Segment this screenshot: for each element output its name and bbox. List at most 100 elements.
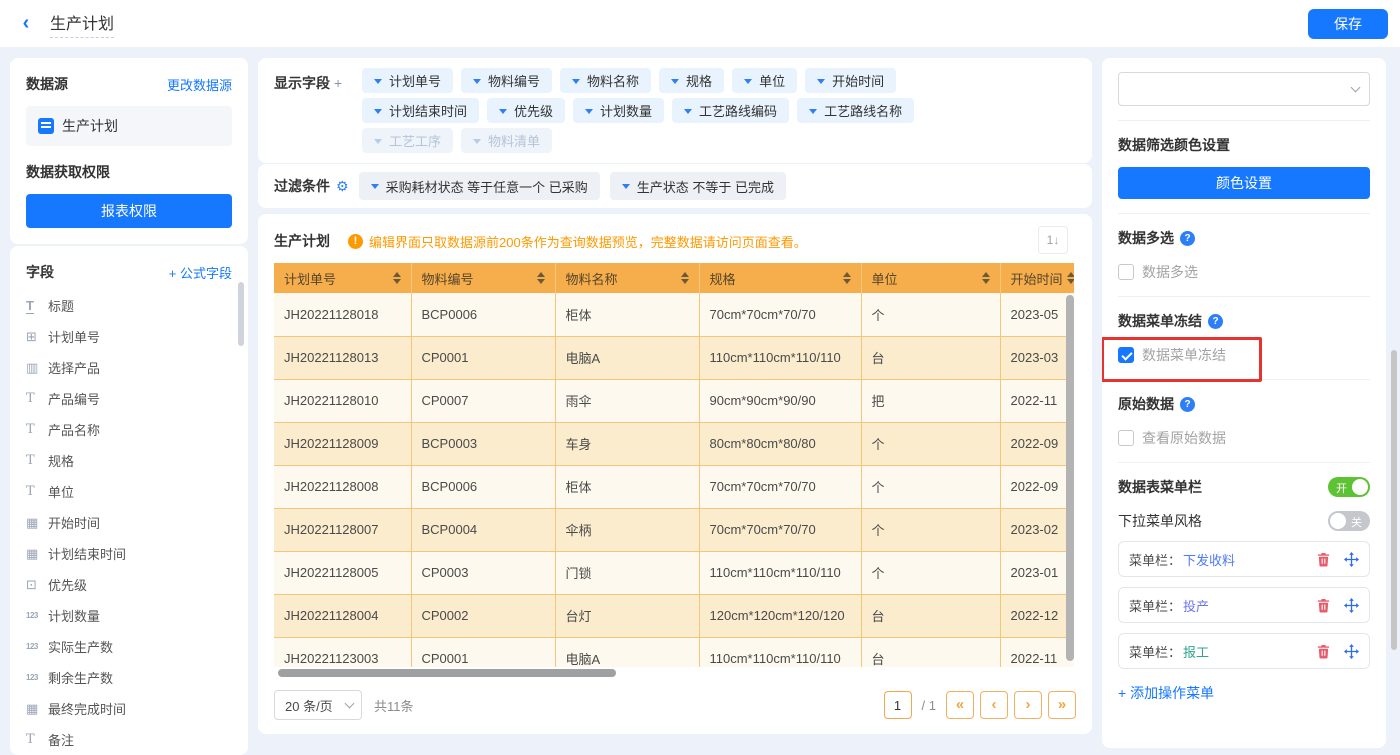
field-item[interactable]: 选择产品 bbox=[26, 352, 232, 383]
document-icon bbox=[38, 118, 54, 134]
color-settings-button[interactable]: 颜色设置 bbox=[1118, 167, 1370, 199]
chevron-down-icon bbox=[809, 109, 817, 118]
field-item[interactable]: 实际生产数 bbox=[26, 631, 232, 662]
display-field-chip[interactable]: 计划数量 bbox=[573, 98, 664, 123]
display-field-chip[interactable]: 规格 bbox=[659, 68, 724, 93]
field-item[interactable]: 备注 bbox=[26, 724, 232, 755]
raw-data-checkbox-label: 查看原始数据 bbox=[1142, 428, 1226, 448]
multi-select-checkbox[interactable] bbox=[1118, 264, 1134, 280]
table-cell: 2022-09 bbox=[1000, 465, 1074, 508]
column-header[interactable]: 计划单号 bbox=[284, 269, 336, 288]
column-header[interactable]: 开始时间 bbox=[1011, 269, 1063, 288]
table-cell: 伞柄 bbox=[555, 508, 699, 551]
menu-freeze-checkbox[interactable] bbox=[1118, 347, 1134, 363]
sort-icon[interactable] bbox=[537, 268, 545, 288]
next-page-button[interactable]: › bbox=[1014, 691, 1042, 719]
display-field-chip[interactable]: 物料编号 bbox=[461, 68, 552, 93]
table-row[interactable]: JH20221123003CP0001电脑A110cm*110cm*110/11… bbox=[274, 637, 1074, 667]
field-item[interactable]: 最终完成时间 bbox=[26, 693, 232, 724]
column-header[interactable]: 物料编号 bbox=[422, 269, 474, 288]
filter-condition-chip[interactable]: 采购耗材状态 等于任意一个 已采购 bbox=[359, 172, 600, 200]
menu-bar-toggle[interactable]: 开 bbox=[1328, 477, 1370, 497]
delete-icon[interactable] bbox=[1315, 597, 1331, 613]
filter-condition-chip[interactable]: 生产状态 不等于 已完成 bbox=[610, 172, 786, 200]
first-page-button[interactable]: « bbox=[946, 691, 974, 719]
display-field-chip[interactable]: 工艺工序 bbox=[362, 128, 453, 153]
add-formula-field-link[interactable]: + 公式字段 bbox=[169, 263, 232, 282]
move-icon[interactable] bbox=[1343, 643, 1359, 659]
dropdown-style-toggle[interactable]: 关 bbox=[1328, 511, 1370, 531]
add-display-field-button[interactable]: + bbox=[334, 75, 342, 91]
help-icon[interactable]: ? bbox=[1180, 231, 1195, 246]
table-row[interactable]: JH20221128013CP0001电脑A110cm*110cm*110/11… bbox=[274, 336, 1074, 379]
delete-icon[interactable] bbox=[1315, 551, 1331, 567]
table-row[interactable]: JH20221128004CP0002台灯120cm*120cm*120/120… bbox=[274, 594, 1074, 637]
table-row[interactable]: JH20221128009BCP0003车身80cm*80cm*80/80个20… bbox=[274, 422, 1074, 465]
column-header[interactable]: 规格 bbox=[710, 269, 736, 288]
column-header[interactable]: 物料名称 bbox=[566, 269, 618, 288]
field-item[interactable]: 剩余生产数 bbox=[26, 662, 232, 693]
table-cell: 2023-05 bbox=[1000, 293, 1074, 336]
field-item[interactable]: 优先级 bbox=[26, 569, 232, 600]
fields-scrollbar[interactable] bbox=[238, 282, 244, 346]
delete-icon[interactable] bbox=[1315, 643, 1331, 659]
field-item-label: 规格 bbox=[48, 451, 74, 470]
scrollbar-thumb[interactable] bbox=[278, 669, 616, 677]
display-field-chip[interactable]: 计划单号 bbox=[362, 68, 453, 93]
report-permission-button[interactable]: 报表权限 bbox=[26, 194, 232, 228]
display-field-chip[interactable]: 物料清单 bbox=[461, 128, 552, 153]
change-datasource-link[interactable]: 更改数据源 bbox=[167, 75, 232, 94]
sort-icon[interactable] bbox=[843, 268, 851, 288]
field-item[interactable]: 计划结束时间 bbox=[26, 538, 232, 569]
field-item[interactable]: 开始时间 bbox=[26, 507, 232, 538]
field-item[interactable]: 标题 bbox=[26, 290, 232, 321]
menu-bar-item[interactable]: 菜单栏： 下发收料 bbox=[1118, 541, 1370, 577]
save-button[interactable]: 保存 bbox=[1308, 9, 1388, 39]
sort-icon[interactable] bbox=[393, 268, 401, 288]
table-row[interactable]: JH20221128005CP0003门锁110cm*110cm*110/110… bbox=[274, 551, 1074, 594]
table-vertical-scrollbar[interactable] bbox=[1066, 295, 1074, 661]
field-item[interactable]: 计划数量 bbox=[26, 600, 232, 631]
page-size-select[interactable]: 20 条/页 bbox=[274, 690, 362, 720]
field-item[interactable]: 单位 bbox=[26, 476, 232, 507]
raw-data-checkbox[interactable] bbox=[1118, 430, 1134, 446]
display-field-chip[interactable]: 物料名称 bbox=[560, 68, 651, 93]
prev-page-button[interactable]: ‹ bbox=[980, 691, 1008, 719]
display-field-chip[interactable]: 工艺路线名称 bbox=[797, 98, 914, 123]
display-field-chip[interactable]: 单位 bbox=[732, 68, 797, 93]
display-field-chip[interactable]: 开始时间 bbox=[805, 68, 896, 93]
component-select[interactable] bbox=[1118, 72, 1370, 106]
page-number-input[interactable]: 1 bbox=[884, 691, 912, 719]
page-scrollbar[interactable] bbox=[1391, 350, 1397, 650]
help-icon[interactable]: ? bbox=[1208, 314, 1223, 329]
table-row[interactable]: JH20221128008BCP0006柜体70cm*70cm*70/70个20… bbox=[274, 465, 1074, 508]
sort-icon[interactable] bbox=[681, 268, 689, 288]
help-icon[interactable]: ? bbox=[1180, 397, 1195, 412]
field-item[interactable]: 产品编号 bbox=[26, 383, 232, 414]
display-field-chip[interactable]: 工艺路线编码 bbox=[672, 98, 789, 123]
last-page-button[interactable]: » bbox=[1048, 691, 1076, 719]
menu-bar-item[interactable]: 菜单栏： 投产 bbox=[1118, 587, 1370, 623]
field-item[interactable]: 产品名称 bbox=[26, 414, 232, 445]
table-row[interactable]: JH20221128007BCP0004伞柄70cm*70cm*70/70个20… bbox=[274, 508, 1074, 551]
sort-icon[interactable] bbox=[1067, 268, 1074, 288]
datasource-item[interactable]: 生产计划 bbox=[26, 106, 232, 146]
display-field-chip[interactable]: 计划结束时间 bbox=[362, 98, 479, 123]
field-item[interactable]: 规格 bbox=[26, 445, 232, 476]
sort-order-button[interactable]: 1↓ bbox=[1038, 226, 1068, 254]
move-icon[interactable] bbox=[1343, 551, 1359, 567]
chip-label: 物料名称 bbox=[587, 71, 639, 90]
table-horizontal-scrollbar[interactable] bbox=[274, 669, 1074, 678]
column-header[interactable]: 单位 bbox=[872, 269, 898, 288]
move-icon[interactable] bbox=[1343, 597, 1359, 613]
field-item[interactable]: 计划单号 bbox=[26, 321, 232, 352]
sort-icon[interactable] bbox=[982, 268, 990, 288]
add-action-menu-link[interactable]: + 添加操作菜单 bbox=[1118, 683, 1370, 703]
menu-bar-item[interactable]: 菜单栏： 报工 bbox=[1118, 633, 1370, 669]
table-row[interactable]: JH20221128010CP0007雨伞90cm*90cm*90/90把202… bbox=[274, 379, 1074, 422]
gear-icon[interactable]: ⚙ bbox=[336, 178, 349, 195]
display-field-chip[interactable]: 优先级 bbox=[487, 98, 565, 123]
table-row[interactable]: JH20221128018BCP0006柜体70cm*70cm*70/70个20… bbox=[274, 293, 1074, 336]
back-icon[interactable]: ‹ bbox=[12, 10, 40, 38]
table-cell: 台 bbox=[861, 637, 1000, 667]
